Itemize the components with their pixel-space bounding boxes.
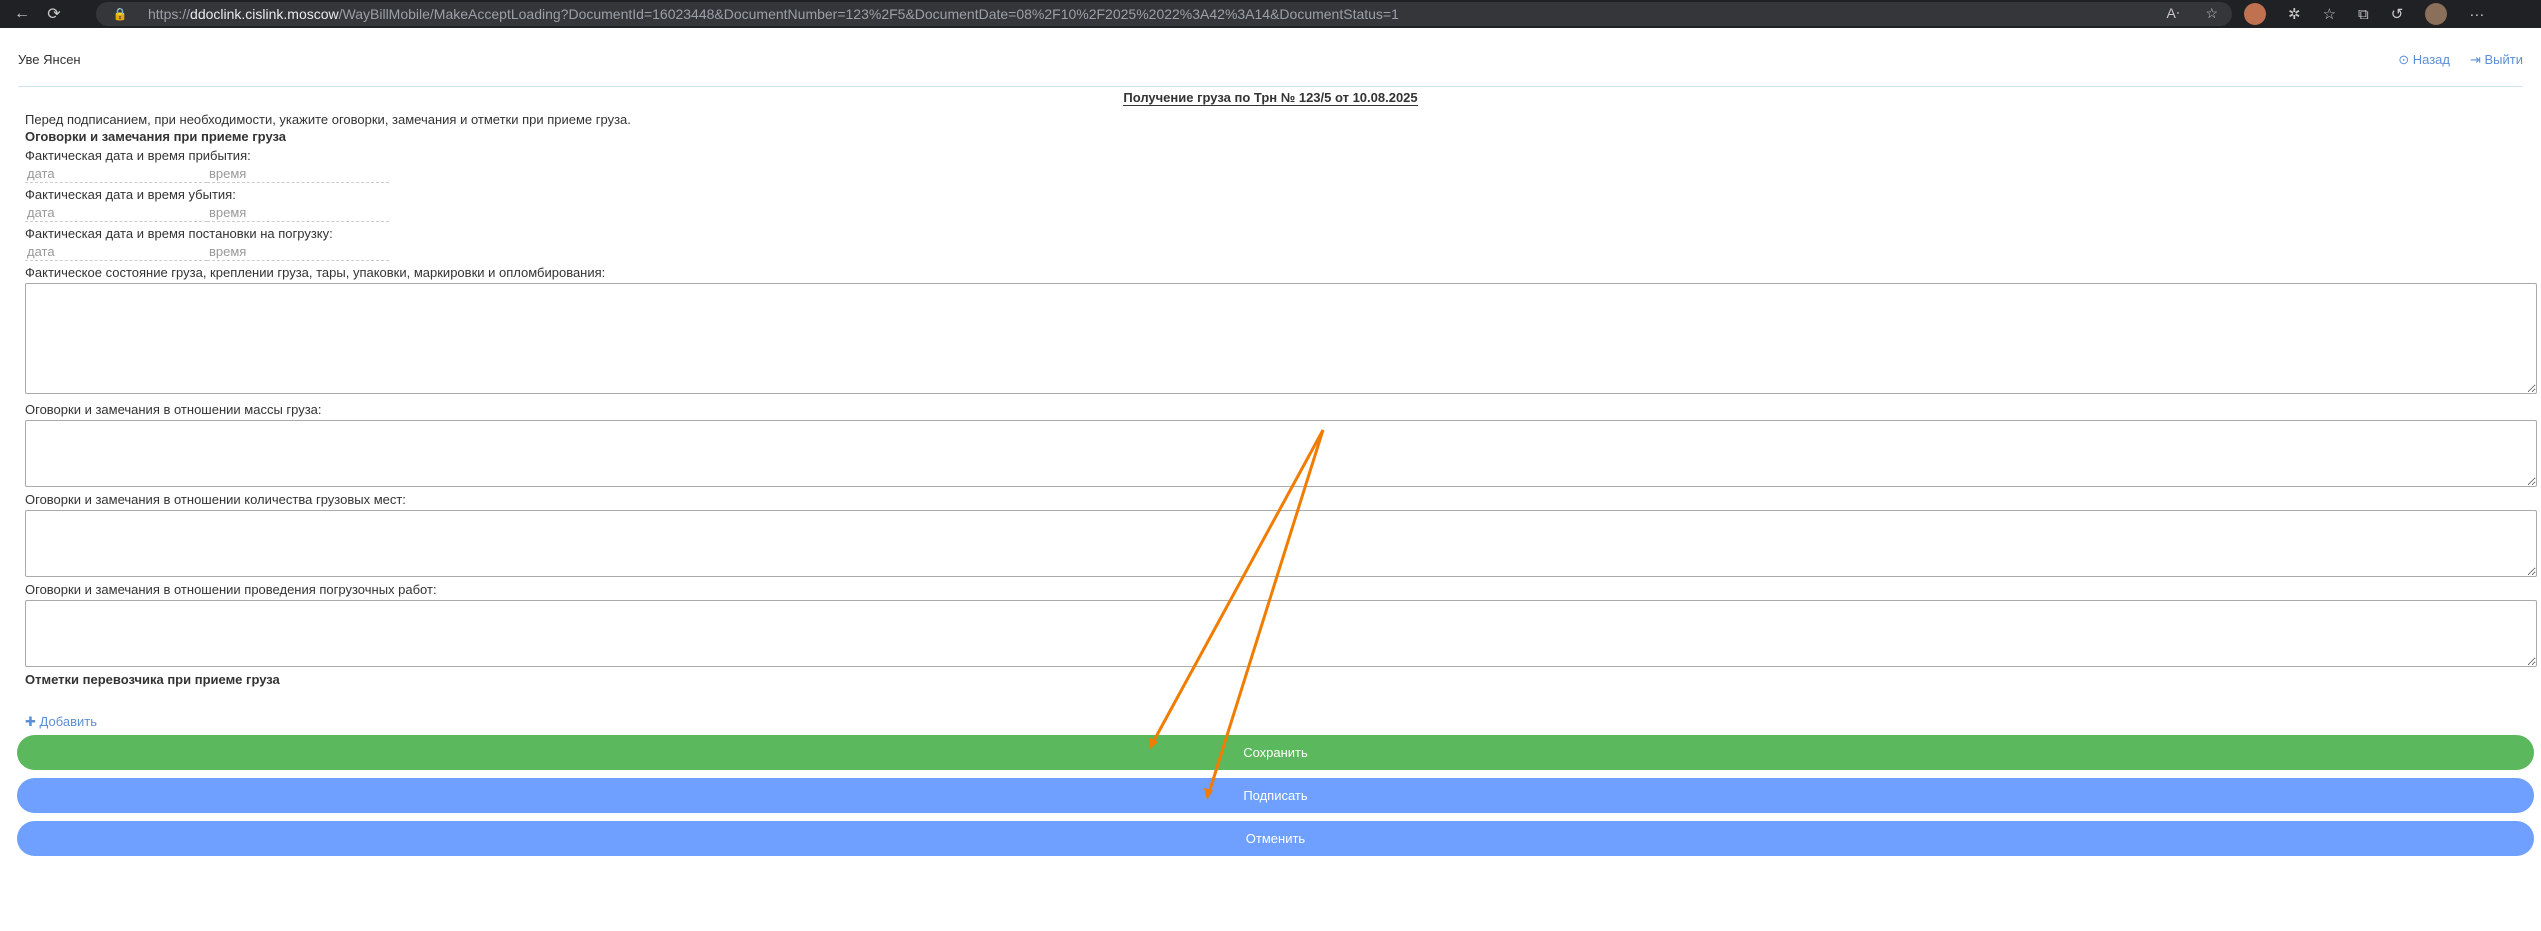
page: Уве Янсен ⊙ Назад ⇥ Выйти Получение груз… (0, 28, 2541, 931)
favorite-star-icon[interactable]: ☆ (2205, 5, 2218, 22)
document-title: Получение груза по Трн № 123/5 от 10.08.… (1123, 90, 1418, 106)
carrier-heading: Отметки перевозчика при приеме груза (25, 672, 280, 687)
back-arrow-icon[interactable]: ← (6, 5, 38, 23)
mass-textarea[interactable] (25, 420, 2537, 487)
profile-avatar-icon[interactable] (2425, 3, 2448, 25)
extensions-puzzle-icon[interactable]: ✲ (2288, 5, 2301, 23)
back-link[interactable]: ⊙ Назад (2398, 52, 2450, 68)
intro-text: Перед подписанием, при необходимости, ук… (25, 112, 631, 127)
mass-label: Оговорки и замечания в отношении массы г… (25, 402, 322, 417)
back-circle-icon: ⊙ (2398, 52, 2410, 67)
logout-icon: ⇥ (2469, 52, 2481, 67)
arrival-datetime (25, 164, 2540, 183)
arrival-time-input[interactable] (207, 164, 389, 183)
loading-label: Фактическая дата и время постановки на п… (25, 226, 333, 241)
lock-icon[interactable]: 🔒 (112, 7, 128, 21)
save-button[interactable]: Сохранить (17, 735, 2534, 770)
more-menu-icon[interactable]: ··· (2469, 6, 2484, 23)
arrival-label: Фактическая дата и время прибытия: (25, 148, 251, 163)
arrival-date-input[interactable] (25, 164, 207, 183)
header-links: ⊙ Назад ⇥ Выйти (2398, 52, 2523, 68)
page-header: Уве Янсен ⊙ Назад ⇥ Выйти (18, 50, 2523, 87)
favorites-icon[interactable]: ☆ (2323, 5, 2336, 23)
logout-link[interactable]: ⇥ Выйти (2470, 52, 2523, 68)
works-label: Оговорки и замечания в отношении проведе… (25, 582, 437, 597)
user-name: Уве Янсен (18, 52, 81, 67)
works-textarea[interactable] (25, 600, 2537, 667)
reload-icon[interactable]: ⟳ (38, 4, 70, 24)
cancel-button[interactable]: Отменить (17, 821, 2534, 856)
extension-avatar-icon[interactable] (2244, 3, 2266, 25)
collections-icon[interactable]: ⧉ (2358, 6, 2369, 23)
places-label: Оговорки и замечания в отношении количес… (25, 492, 406, 507)
omnibox-actions: Aᐧ ☆ (2167, 5, 2218, 22)
cargo-state-label: Фактическое состояние груза, креплении г… (25, 265, 606, 280)
loading-date-input[interactable] (25, 242, 207, 261)
history-icon[interactable]: ↺ (2391, 5, 2404, 23)
departure-datetime (25, 203, 2540, 222)
plus-icon: ✚ (25, 714, 36, 729)
url-text: https://ddoclink.cislink.moscow/WayBillM… (148, 6, 1399, 22)
departure-time-input[interactable] (207, 203, 389, 222)
loading-datetime (25, 242, 2540, 261)
browser-toolbar: ← ⟳ 🔒 https://ddoclink.cislink.moscow/Wa… (0, 0, 2541, 28)
sign-button[interactable]: Подписать (17, 778, 2534, 813)
departure-label: Фактическая дата и время убытия: (25, 187, 236, 202)
accept-form: Перед подписанием, при необходимости, ук… (25, 112, 2540, 687)
add-carrier-note-link[interactable]: ✚ Добавить (25, 714, 97, 730)
cargo-state-textarea[interactable] (25, 283, 2537, 394)
departure-date-input[interactable] (25, 203, 207, 222)
read-aloud-icon[interactable]: Aᐧ (2167, 5, 2180, 22)
remarks-heading: Оговорки и замечания при приеме груза (25, 129, 287, 144)
places-textarea[interactable] (25, 510, 2537, 577)
toolbar-icons: ✲ ☆ ⧉ ↺ ··· (2244, 3, 2484, 25)
address-bar[interactable]: 🔒 https://ddoclink.cislink.moscow/WayBil… (96, 2, 2232, 26)
loading-time-input[interactable] (207, 242, 389, 261)
